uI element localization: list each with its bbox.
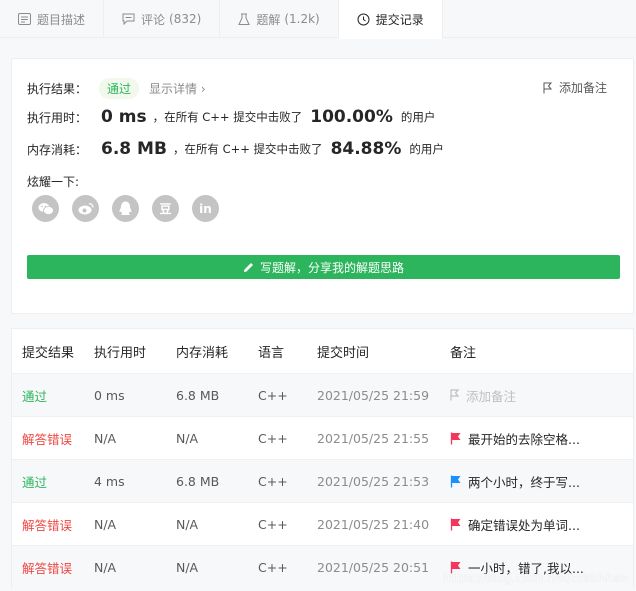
row-memory: N/A xyxy=(176,559,199,575)
row-note[interactable]: 最开始的去除空格... xyxy=(450,429,633,448)
table-row: 通过 4 ms 6.8 MB C++ 2021/05/25 21:53 两个小时… xyxy=(12,459,633,502)
row-runtime: 0 ms xyxy=(94,387,125,403)
status-row: 执行结果： 通过 显示详情 › xyxy=(27,78,206,99)
header-note: 备注 xyxy=(450,345,477,361)
share-label-row: 炫耀一下: xyxy=(27,173,79,190)
table-row: 通过 0 ms 6.8 MB C++ 2021/05/25 21:59 添加备注 xyxy=(12,373,633,416)
tab-label: 提交记录 xyxy=(375,12,424,27)
runtime-beat-text: ，在所有 C++ 提交中击败了 xyxy=(152,110,303,124)
tab-description[interactable]: 题目描述 xyxy=(0,0,105,38)
row-time: 2021/05/25 21:40 xyxy=(317,516,430,532)
flag-icon xyxy=(450,518,461,530)
runtime-value: 0 ms xyxy=(101,107,147,127)
header-language: 语言 xyxy=(258,345,285,361)
show-details-link[interactable]: 显示详情 › xyxy=(149,80,206,97)
note-text: 确定错误处为单词... xyxy=(468,517,580,533)
share-buttons: 豆 in xyxy=(32,195,219,222)
tab-label: 题目描述 xyxy=(37,12,86,27)
row-language: C++ xyxy=(258,430,288,446)
flag-icon xyxy=(543,82,553,93)
note-text: 两个小时，终于写... xyxy=(468,474,580,490)
row-memory: N/A xyxy=(176,516,199,532)
row-result[interactable]: 通过 xyxy=(12,472,94,491)
header-time: 提交时间 xyxy=(317,345,370,361)
row-result[interactable]: 解答错误 xyxy=(12,429,94,448)
add-note-label: 添加备注 xyxy=(558,81,607,95)
table-row: 解答错误 N/A N/A C++ 2021/05/25 21:40 确定错误处为… xyxy=(12,502,633,545)
row-runtime: N/A xyxy=(94,430,117,446)
memory-percentile: 84.88% xyxy=(330,139,402,159)
row-memory: 6.8 MB xyxy=(176,387,220,403)
header-memory: 内存消耗 xyxy=(176,345,229,361)
status-badge: 通过 xyxy=(99,78,140,99)
row-memory: 6.8 MB xyxy=(176,473,220,489)
row-note[interactable]: 确定错误处为单词... xyxy=(450,515,633,534)
row-time: 2021/05/25 21:55 xyxy=(317,430,430,446)
share-label: 炫耀一下: xyxy=(27,175,80,189)
runtime-label: 执行用时： xyxy=(27,110,88,125)
users-text: 的用户 xyxy=(409,142,444,156)
watermark: https://blog.csdn.net/cckkhhao xyxy=(442,571,628,585)
memory-row: 内存消耗： 6.8 MB ，在所有 C++ 提交中击败了 84.88% 的用户 xyxy=(27,139,444,159)
qq-icon[interactable] xyxy=(112,195,139,222)
status-label: 执行结果： xyxy=(27,82,88,96)
flag-icon xyxy=(450,432,461,444)
row-note[interactable]: 两个小时，终于写... xyxy=(450,472,633,491)
pencil-icon xyxy=(243,262,253,272)
tab-label: 评论 xyxy=(141,12,166,27)
tab-comments[interactable]: 评论 (832) xyxy=(104,0,221,38)
memory-beat-text: ，在所有 C++ 提交中击败了 xyxy=(172,142,323,156)
table-row: 解答错误 N/A N/A C++ 2021/05/25 21:55 最开始的去除… xyxy=(12,416,633,459)
tab-count: (1.2k) xyxy=(284,12,320,26)
tab-count: (832) xyxy=(169,12,202,26)
row-result[interactable]: 解答错误 xyxy=(12,558,94,577)
write-solution-button[interactable]: 写题解，分享我的解题思路 xyxy=(27,255,620,279)
submissions-table: 提交结果 执行用时 内存消耗 语言 提交时间 备注 通过 0 ms 6.8 MB… xyxy=(11,328,634,588)
runtime-percentile: 100.00% xyxy=(310,107,393,127)
note-text: 最开始的去除空格... xyxy=(468,431,580,447)
wechat-icon[interactable] xyxy=(32,195,59,222)
memory-value: 6.8 MB xyxy=(101,139,167,159)
linkedin-icon[interactable]: in xyxy=(192,195,219,222)
douban-icon[interactable]: 豆 xyxy=(152,195,179,222)
row-result[interactable]: 通过 xyxy=(12,386,94,405)
submission-result-card: 执行结果： 通过 显示详情 › 添加备注 执行用时： 0 ms ，在所有 C++… xyxy=(11,58,634,314)
clock-icon xyxy=(357,13,370,26)
add-note-button[interactable]: 添加备注 xyxy=(543,79,607,96)
row-runtime: N/A xyxy=(94,559,117,575)
header-result: 提交结果 xyxy=(22,345,75,361)
row-time: 2021/05/25 21:53 xyxy=(317,473,430,489)
tab-solutions[interactable]: 题解 (1.2k) xyxy=(220,0,339,38)
flask-icon xyxy=(238,13,251,26)
row-language: C++ xyxy=(258,473,288,489)
row-language: C++ xyxy=(258,559,288,575)
row-runtime: 4 ms xyxy=(94,473,125,489)
users-text: 的用户 xyxy=(400,110,436,124)
row-time: 2021/05/25 20:51 xyxy=(317,559,430,575)
runtime-row: 执行用时： 0 ms ，在所有 C++ 提交中击败了 100.00% 的用户 xyxy=(27,107,435,127)
flag-icon xyxy=(450,475,461,487)
row-runtime: N/A xyxy=(94,516,117,532)
table-header: 提交结果 执行用时 内存消耗 语言 提交时间 备注 xyxy=(12,329,633,373)
flag-icon xyxy=(450,389,460,401)
row-note[interactable]: 添加备注 xyxy=(450,386,633,405)
memory-label: 内存消耗： xyxy=(27,142,88,157)
header-runtime: 执行用时 xyxy=(94,345,147,361)
row-memory: N/A xyxy=(176,430,199,446)
write-solution-label: 写题解，分享我的解题思路 xyxy=(259,260,404,275)
weibo-icon[interactable] xyxy=(72,195,99,222)
row-language: C++ xyxy=(258,387,288,403)
row-result[interactable]: 解答错误 xyxy=(12,515,94,534)
row-language: C++ xyxy=(258,516,288,532)
tab-label: 题解 xyxy=(256,12,281,27)
note-text: 添加备注 xyxy=(466,388,517,404)
comment-icon xyxy=(122,13,135,25)
row-time: 2021/05/25 21:59 xyxy=(317,387,430,403)
tab-bar: 题目描述 评论 (832) 题解 (1.2k) 提交记录 xyxy=(0,0,636,39)
description-icon xyxy=(18,13,31,25)
tab-submissions[interactable]: 提交记录 xyxy=(338,0,443,39)
